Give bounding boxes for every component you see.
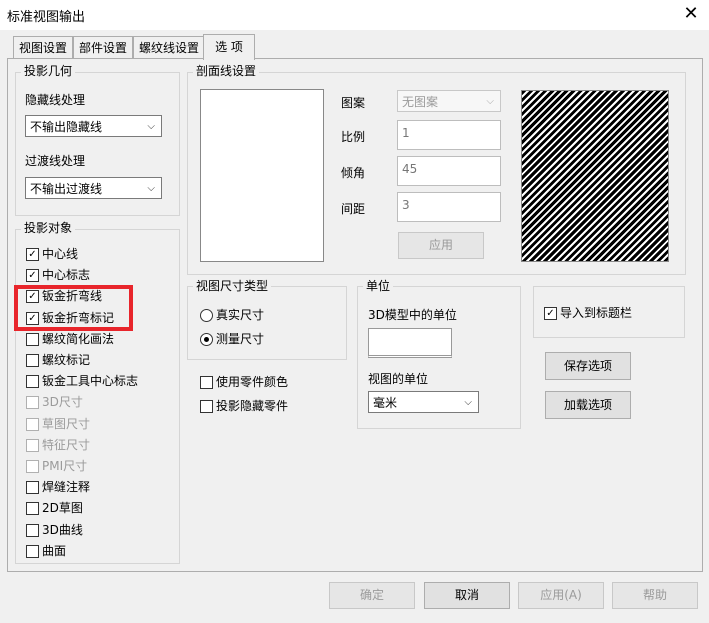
chevron-down-icon: ⌵ xyxy=(486,96,494,107)
radio-measured-size[interactable]: 测量尺寸 xyxy=(200,330,340,349)
checkbox[interactable] xyxy=(26,333,39,346)
pattern-value: 无图案 xyxy=(402,95,439,109)
hidden-line-label: 隐藏线处理 xyxy=(25,93,86,107)
units-title: 单位 xyxy=(363,279,394,293)
projection-object-item: 草图尺寸 xyxy=(26,415,174,434)
chevron-down-icon: ⌵ xyxy=(147,183,155,194)
model-unit-field xyxy=(368,328,452,358)
transition-line-value: 不输出过渡线 xyxy=(30,182,103,196)
projection-object-item[interactable]: 3D曲线 xyxy=(26,521,174,540)
checkbox[interactable]: ✓ xyxy=(544,307,557,320)
projection-object-item[interactable]: ✓ 中心标志 xyxy=(26,266,174,285)
spacing-label: 间距 xyxy=(341,202,366,216)
highlight-box xyxy=(14,285,133,331)
checkbox[interactable] xyxy=(26,375,39,388)
checkbox[interactable] xyxy=(200,376,213,389)
projection-object-label: 3D曲线 xyxy=(42,523,83,537)
projection-object-label: 钣金工具中心标志 xyxy=(42,374,139,388)
checkbox[interactable]: ✓ xyxy=(26,248,39,261)
projection-object-label: 3D尺寸 xyxy=(42,395,83,409)
use-part-color-checkbox[interactable]: 使用零件颜色 xyxy=(200,373,340,392)
project-hidden-parts-checkbox[interactable]: 投影隐藏零件 xyxy=(200,397,340,416)
checkbox[interactable] xyxy=(200,400,213,413)
apply-hatch-button[interactable]: 应用 xyxy=(398,232,484,259)
checkbox xyxy=(26,460,39,473)
projection-object-label: 曲面 xyxy=(42,544,67,558)
hidden-line-value: 不输出隐藏线 xyxy=(30,120,103,134)
scale-input[interactable]: 1 xyxy=(397,120,501,150)
transition-line-select[interactable]: 不输出过渡线 ⌵ xyxy=(25,177,162,199)
projection-object-label: 中心线 xyxy=(42,247,79,261)
help-button[interactable]: 帮助 xyxy=(612,582,698,609)
hatch-preview xyxy=(521,90,669,262)
projection-object-label: 草图尺寸 xyxy=(42,417,91,431)
chevron-down-icon: ⌵ xyxy=(147,121,155,132)
projection-objects-title: 投影对象 xyxy=(21,221,76,235)
projection-object-item[interactable]: 钣金工具中心标志 xyxy=(26,372,174,391)
tab-part-settings[interactable]: 部件设置 xyxy=(73,36,133,59)
tab-options[interactable]: 选 项 xyxy=(203,34,255,60)
dimension-type-title: 视图尺寸类型 xyxy=(193,279,272,293)
save-options-button[interactable]: 保存选项 xyxy=(545,352,631,380)
scale-label: 比例 xyxy=(341,130,366,144)
checkbox[interactable]: ✓ xyxy=(26,269,39,282)
checkbox xyxy=(26,418,39,431)
cancel-button[interactable]: 取消 xyxy=(424,582,510,609)
angle-label: 倾角 xyxy=(341,166,366,180)
checkbox xyxy=(26,396,39,409)
window-title: 标准视图输出 xyxy=(7,10,86,25)
angle-input[interactable]: 45 xyxy=(397,156,501,186)
title-bar: 标准视图输出 ✕ xyxy=(0,0,709,30)
load-options-button[interactable]: 加载选项 xyxy=(545,391,631,419)
tab-thread-settings[interactable]: 螺纹线设置 xyxy=(133,36,205,59)
projection-object-item: PMI尺寸 xyxy=(26,457,174,476)
hidden-line-select[interactable]: 不输出隐藏线 ⌵ xyxy=(25,115,162,137)
pattern-select: 无图案 ⌵ xyxy=(397,90,501,112)
checkbox[interactable] xyxy=(26,354,39,367)
section-preview-box xyxy=(200,89,324,262)
projection-object-item[interactable]: 2D草图 xyxy=(26,499,174,518)
checkbox[interactable] xyxy=(26,502,39,515)
pattern-label: 图案 xyxy=(341,96,366,110)
projection-object-item[interactable]: 螺纹标记 xyxy=(26,351,174,370)
spacing-input[interactable]: 3 xyxy=(397,192,501,222)
projection-object-label: PMI尺寸 xyxy=(42,459,88,473)
section-line-title: 剖面线设置 xyxy=(193,64,260,78)
view-unit-value: 毫米 xyxy=(373,396,398,410)
projection-object-item[interactable]: 曲面 xyxy=(26,542,174,561)
projection-object-item: 3D尺寸 xyxy=(26,393,174,412)
checkbox[interactable] xyxy=(26,481,39,494)
view-unit-select[interactable]: 毫米 ⌵ xyxy=(368,391,479,413)
close-icon[interactable]: ✕ xyxy=(679,2,703,26)
import-title-block-checkbox[interactable]: ✓ 导入到标题栏 xyxy=(544,304,674,323)
projection-object-label: 螺纹简化画法 xyxy=(42,332,115,346)
transition-line-label: 过渡线处理 xyxy=(25,154,86,168)
radio-real-size[interactable]: 真实尺寸 xyxy=(200,306,340,325)
chevron-down-icon: ⌵ xyxy=(464,397,472,408)
radio-button[interactable] xyxy=(200,333,213,346)
projection-object-label: 2D草图 xyxy=(42,501,83,515)
projection-object-label: 螺纹标记 xyxy=(42,353,91,367)
radio-button[interactable] xyxy=(200,309,213,322)
checkbox[interactable] xyxy=(26,545,39,558)
ok-button[interactable]: 确定 xyxy=(329,582,415,609)
model-unit-label: 3D模型中的单位 xyxy=(368,308,457,322)
checkbox xyxy=(26,439,39,452)
checkbox[interactable] xyxy=(26,524,39,537)
projection-object-item[interactable]: 螺纹简化画法 xyxy=(26,330,174,349)
view-unit-label: 视图的单位 xyxy=(368,372,429,386)
tab-view-settings[interactable]: 视图设置 xyxy=(13,36,73,59)
projection-geometry-title: 投影几何 xyxy=(21,64,76,78)
projection-object-label: 中心标志 xyxy=(42,268,91,282)
projection-object-item[interactable]: ✓ 中心线 xyxy=(26,245,174,264)
projection-object-item: 特征尺寸 xyxy=(26,436,174,455)
apply-button[interactable]: 应用(A) xyxy=(518,582,604,609)
projection-object-item[interactable]: 焊缝注释 xyxy=(26,478,174,497)
projection-object-label: 焊缝注释 xyxy=(42,480,91,494)
projection-object-label: 特征尺寸 xyxy=(42,438,91,452)
